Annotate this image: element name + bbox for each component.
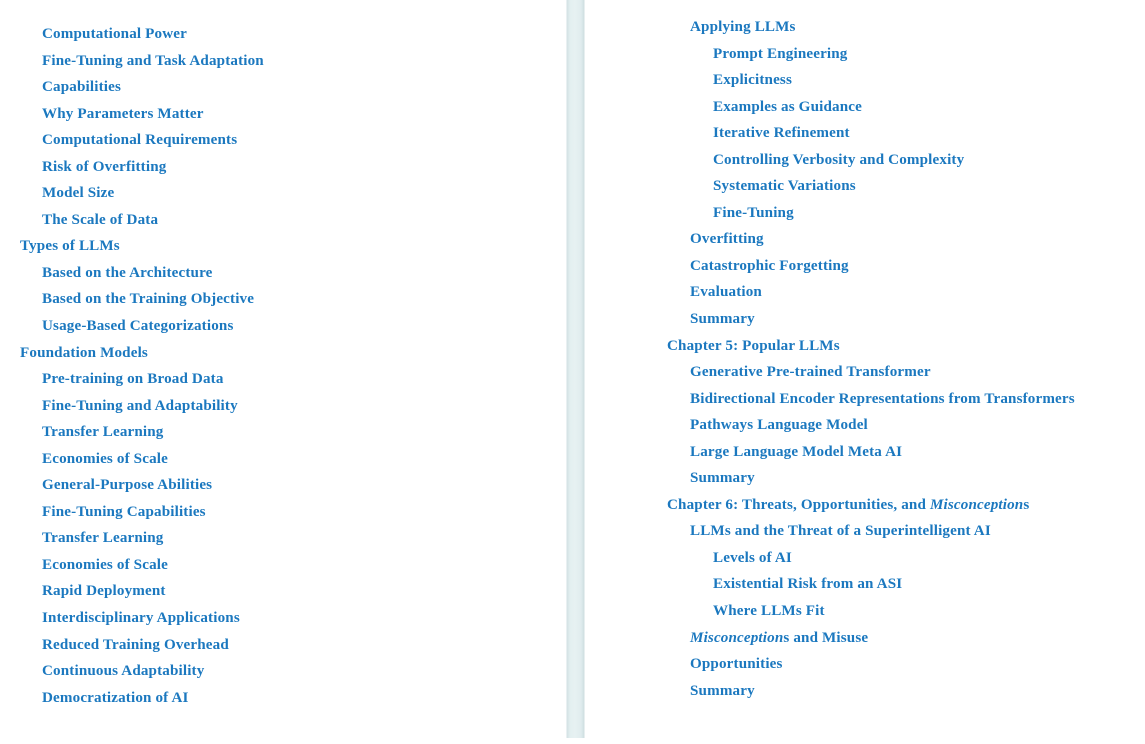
toc-entry[interactable]: Fine-Tuning	[585, 200, 1145, 227]
toc-entry[interactable]: Risk of Overfitting	[0, 154, 566, 181]
toc-entry[interactable]: Generative Pre-trained Transformer	[585, 359, 1145, 386]
toc-entry[interactable]: Pathways Language Model	[585, 412, 1145, 439]
toc-entry[interactable]: General-Purpose Abilities	[0, 472, 566, 499]
toc-entry[interactable]: Computational Requirements	[0, 127, 566, 154]
toc-entry[interactable]: Fine-Tuning and Task Adaptation	[0, 48, 566, 75]
toc-entry[interactable]: Fine-Tuning and Adaptability	[0, 393, 566, 420]
toc-entry[interactable]: Chapter 6: Threats, Opportunities, and M…	[585, 492, 1145, 519]
toc-entry[interactable]: Based on the Architecture	[0, 260, 566, 287]
toc-entry[interactable]: Applying LLMs	[585, 14, 1145, 41]
toc-entry[interactable]: Why Parameters Matter	[0, 101, 566, 128]
toc-page: Computational Power Fine-Tuning and Task …	[0, 0, 1145, 744]
toc-entry[interactable]: Examples as Guidance	[585, 94, 1145, 121]
toc-entry[interactable]: Transfer Learning	[0, 419, 566, 446]
toc-entry[interactable]: Summary	[585, 465, 1145, 492]
toc-entry[interactable]: Systematic Variations	[585, 173, 1145, 200]
toc-entry[interactable]: Democratization of AI	[0, 685, 566, 712]
toc-column-right: Applying LLMs Prompt Engineering Explicitn…	[585, 0, 1145, 744]
toc-entry[interactable]: The Scale of Data	[0, 207, 566, 234]
toc-entry[interactable]: Foundation Models	[0, 340, 566, 367]
toc-entry[interactable]: Where LLMs Fit	[585, 598, 1145, 625]
toc-entry[interactable]: LLMs and the Threat of a Superintelligen…	[585, 518, 1145, 545]
toc-entry[interactable]: Misconceptions and Misuse	[585, 625, 1145, 652]
column-divider	[566, 0, 585, 738]
toc-entry[interactable]: Pre-training on Broad Data	[0, 366, 566, 393]
toc-entry-italic-run: Misconception	[929, 496, 1024, 513]
toc-entry[interactable]: Transfer Learning	[0, 525, 566, 552]
toc-entry[interactable]: Prompt Engineering	[585, 41, 1145, 68]
toc-entry-italic-run: Misconception	[690, 629, 784, 646]
toc-entry[interactable]: Existential Risk from an ASI	[585, 571, 1145, 598]
toc-entry[interactable]: Large Language Model Meta AI	[585, 439, 1145, 466]
toc-entry[interactable]: Opportunities	[585, 651, 1145, 678]
toc-entry[interactable]: Based on the Training Objective	[0, 286, 566, 313]
toc-entry[interactable]: Summary	[585, 678, 1145, 705]
toc-entry[interactable]: Bidirectional Encoder Representations fr…	[585, 386, 1145, 413]
toc-entry[interactable]: Usage-Based Categorizations	[0, 313, 566, 340]
toc-entry[interactable]: Iterative Refinement	[585, 120, 1145, 147]
toc-entry[interactable]: Capabilities	[0, 74, 566, 101]
toc-entry[interactable]: Overfitting	[585, 226, 1145, 253]
toc-entry[interactable]: Explicitness	[585, 67, 1145, 94]
toc-entry[interactable]: Levels of AI	[585, 545, 1145, 572]
toc-entry[interactable]: Economies of Scale	[0, 446, 566, 473]
toc-entry[interactable]: Reduced Training Overhead	[0, 632, 566, 659]
toc-entry[interactable]: Fine-Tuning Capabilities	[0, 499, 566, 526]
toc-entry[interactable]: Types of LLMs	[0, 233, 566, 260]
toc-entry[interactable]: Evaluation	[585, 279, 1145, 306]
toc-entry[interactable]: Summary	[585, 306, 1145, 333]
toc-entry[interactable]: Catastrophic Forgetting	[585, 253, 1145, 280]
toc-entry[interactable]: Computational Power	[0, 21, 566, 48]
toc-column-left: Computational Power Fine-Tuning and Task …	[0, 0, 566, 744]
toc-entry[interactable]: Rapid Deployment	[0, 578, 566, 605]
toc-entry[interactable]: Controlling Verbosity and Complexity	[585, 147, 1145, 174]
toc-entry[interactable]: Model Size	[0, 180, 566, 207]
toc-entry[interactable]: Chapter 5: Popular LLMs	[585, 333, 1145, 360]
toc-entry[interactable]: Interdisciplinary Applications	[0, 605, 566, 632]
toc-entry[interactable]: Economies of Scale	[0, 552, 566, 579]
toc-entry[interactable]: Continuous Adaptability	[0, 658, 566, 685]
